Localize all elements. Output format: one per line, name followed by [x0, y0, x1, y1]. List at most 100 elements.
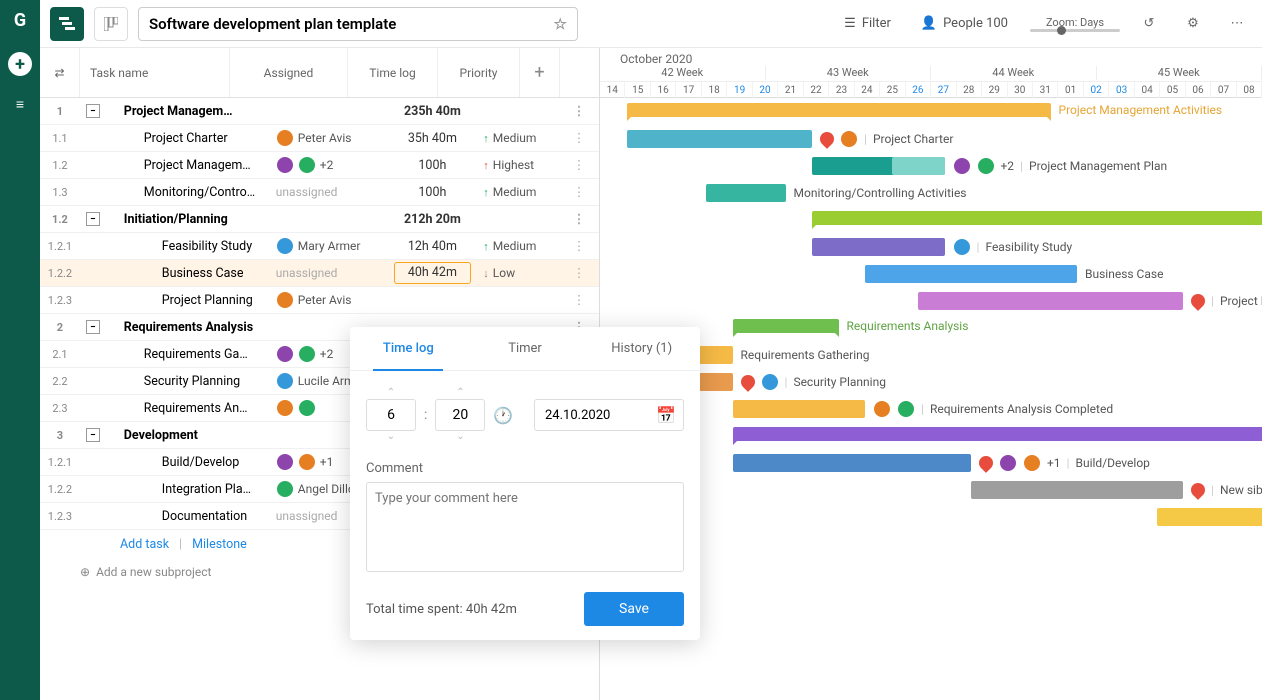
add-column-button[interactable]: +: [520, 48, 560, 97]
task-row[interactable]: 1.1 Project Charter Peter Avis 35h 40m ↑…: [40, 125, 599, 152]
task-row[interactable]: 1.3 Monitoring/Contro… unassigned 100h ↑…: [40, 179, 599, 206]
row-menu-icon[interactable]: ⋮: [559, 130, 599, 146]
people-button[interactable]: 👤 People 100: [913, 12, 1016, 35]
priority-cell[interactable]: ↑Highest: [477, 158, 559, 172]
row-menu-icon[interactable]: ⋮: [559, 211, 599, 227]
task-row[interactable]: 1.2.2 Business Case unassigned 40h 42m ↓…: [40, 260, 599, 287]
chevron-down-icon[interactable]: ⌄: [456, 431, 464, 443]
task-name[interactable]: Monitoring/Contro…: [120, 185, 270, 200]
gantt-bar[interactable]: Project Management Activities: [627, 103, 1051, 117]
gantt-bar[interactable]: |Feasibility Study: [812, 238, 945, 256]
task-row[interactable]: 1.2 Project Managem… +2 100h ↑Highest ⋮: [40, 152, 599, 179]
chevron-up-icon[interactable]: ⌃: [456, 387, 464, 399]
task-row[interactable]: 1.2.3 Project Planning Peter Avis ⋮: [40, 287, 599, 314]
task-name[interactable]: Initiation/Planning: [120, 212, 270, 227]
gantt-bar[interactable]: Initiation/Planning: [812, 211, 1262, 225]
priority-cell[interactable]: ↓Low: [477, 266, 559, 280]
hours-input[interactable]: [366, 399, 416, 431]
star-icon[interactable]: ☆: [554, 15, 567, 33]
task-name[interactable]: Requirements Analysis: [120, 320, 270, 335]
timelog-cell[interactable]: 212h 20m: [388, 212, 478, 227]
col-timelog[interactable]: Time log: [348, 48, 438, 97]
priority-cell[interactable]: ↑Medium: [477, 239, 559, 253]
task-name[interactable]: Project Planning: [120, 293, 270, 308]
add-task-link[interactable]: Add task: [120, 537, 169, 552]
zoom-control[interactable]: Zoom: Days: [1030, 16, 1120, 32]
timelog-cell[interactable]: 100h: [388, 158, 478, 173]
minutes-input[interactable]: [435, 399, 485, 431]
col-assigned[interactable]: Assigned: [230, 48, 348, 97]
row-menu-icon[interactable]: ⋮: [559, 157, 599, 173]
task-name[interactable]: Development: [120, 428, 270, 443]
timelog-cell[interactable]: 12h 40m: [388, 239, 478, 254]
task-name[interactable]: Project Managem…: [120, 104, 270, 119]
gantt-bar[interactable]: |New sibling task: [971, 481, 1183, 499]
tab-timer[interactable]: Timer: [467, 327, 584, 370]
board-view-button[interactable]: [94, 7, 128, 41]
task-row[interactable]: 1.2 − Initiation/Planning 212h 20m ⋮: [40, 206, 599, 233]
calendar-icon[interactable]: 📅: [656, 406, 676, 425]
row-menu-icon[interactable]: ⋮: [559, 184, 599, 200]
task-name[interactable]: Integration Pla…: [120, 482, 270, 497]
filter-button[interactable]: ☰ Filter: [836, 12, 899, 35]
project-title-box[interactable]: Software development plan template ☆: [138, 7, 578, 41]
collapse-toggle[interactable]: −: [86, 320, 100, 334]
gantt-bar[interactable]: |Requirements Analysis Completed: [733, 400, 866, 418]
tab-timelog[interactable]: Time log: [350, 327, 467, 370]
save-button[interactable]: Save: [584, 592, 684, 626]
task-name[interactable]: Feasibility Study: [120, 239, 270, 254]
comment-textarea[interactable]: [366, 482, 684, 572]
more-icon[interactable]: ⋯: [1222, 9, 1252, 39]
assigned-cell[interactable]: Peter Avis: [270, 129, 388, 147]
task-name[interactable]: Requirements Ga…: [120, 347, 270, 362]
gantt-bar[interactable]: +1|Build/Develop: [733, 454, 972, 472]
gantt-view-button[interactable]: [50, 7, 84, 41]
timelog-cell[interactable]: 40h 42m: [394, 262, 472, 284]
task-name[interactable]: Requirements An…: [120, 401, 270, 416]
task-name[interactable]: Project Charter: [120, 131, 270, 146]
gantt-bar[interactable]: |Project Charter: [627, 130, 813, 148]
task-name[interactable]: Business Case: [120, 266, 270, 281]
collapse-all-button[interactable]: ⇄: [40, 48, 80, 97]
assigned-cell[interactable]: Mary Armer: [270, 237, 388, 255]
task-name[interactable]: Security Planning: [120, 374, 270, 389]
chevron-down-icon[interactable]: ⌄: [387, 431, 395, 443]
gantt-bar[interactable]: Requirements Analysis: [733, 319, 839, 333]
row-menu-icon[interactable]: ⋮: [559, 103, 599, 119]
row-menu-icon[interactable]: ⋮: [559, 265, 599, 281]
history-icon[interactable]: ↺: [1134, 9, 1164, 39]
task-name[interactable]: Project Managem…: [120, 158, 270, 173]
priority-cell[interactable]: ↑Medium: [477, 185, 559, 199]
assigned-cell[interactable]: unassigned: [270, 185, 388, 199]
settings-icon[interactable]: ⚙: [1178, 9, 1208, 39]
task-row[interactable]: 1 − Project Managem… 235h 40m ⋮: [40, 98, 599, 125]
assigned-cell[interactable]: Peter Avis: [270, 291, 388, 309]
add-milestone-link[interactable]: Milestone: [192, 537, 247, 552]
collapse-toggle[interactable]: −: [86, 104, 100, 118]
col-task-name[interactable]: Task name: [80, 48, 230, 97]
zoom-slider[interactable]: [1030, 29, 1120, 32]
collapse-toggle[interactable]: −: [86, 212, 100, 226]
add-project-button[interactable]: +: [8, 52, 32, 76]
gantt-bar[interactable]: |Project Planning: [918, 292, 1183, 310]
hours-stepper[interactable]: ⌃ ⌄: [366, 387, 416, 443]
gantt-bar[interactable]: [733, 427, 1262, 441]
row-menu-icon[interactable]: ⋮: [559, 238, 599, 254]
assigned-cell[interactable]: unassigned: [270, 266, 388, 280]
timelog-cell[interactable]: 35h 40m: [388, 131, 478, 146]
minutes-stepper[interactable]: ⌃ ⌄: [435, 387, 485, 443]
chevron-up-icon[interactable]: ⌃: [387, 387, 395, 399]
gantt-bar[interactable]: Monitoring/Controlling Activities: [706, 184, 786, 202]
timelog-cell[interactable]: 100h: [388, 185, 478, 200]
col-priority[interactable]: Priority: [438, 48, 520, 97]
gantt-bar[interactable]: [1157, 508, 1262, 526]
priority-cell[interactable]: ↑Medium: [477, 131, 559, 145]
assigned-cell[interactable]: +2: [270, 156, 388, 174]
collapse-toggle[interactable]: −: [86, 428, 100, 442]
task-row[interactable]: 1.2.1 Feasibility Study Mary Armer 12h 4…: [40, 233, 599, 260]
row-menu-icon[interactable]: ⋮: [559, 292, 599, 308]
task-name[interactable]: Build/Develop: [120, 455, 270, 470]
gantt-bar[interactable]: Business Case: [865, 265, 1077, 283]
task-name[interactable]: Documentation: [120, 509, 270, 524]
tab-history[interactable]: History (1): [583, 327, 700, 370]
